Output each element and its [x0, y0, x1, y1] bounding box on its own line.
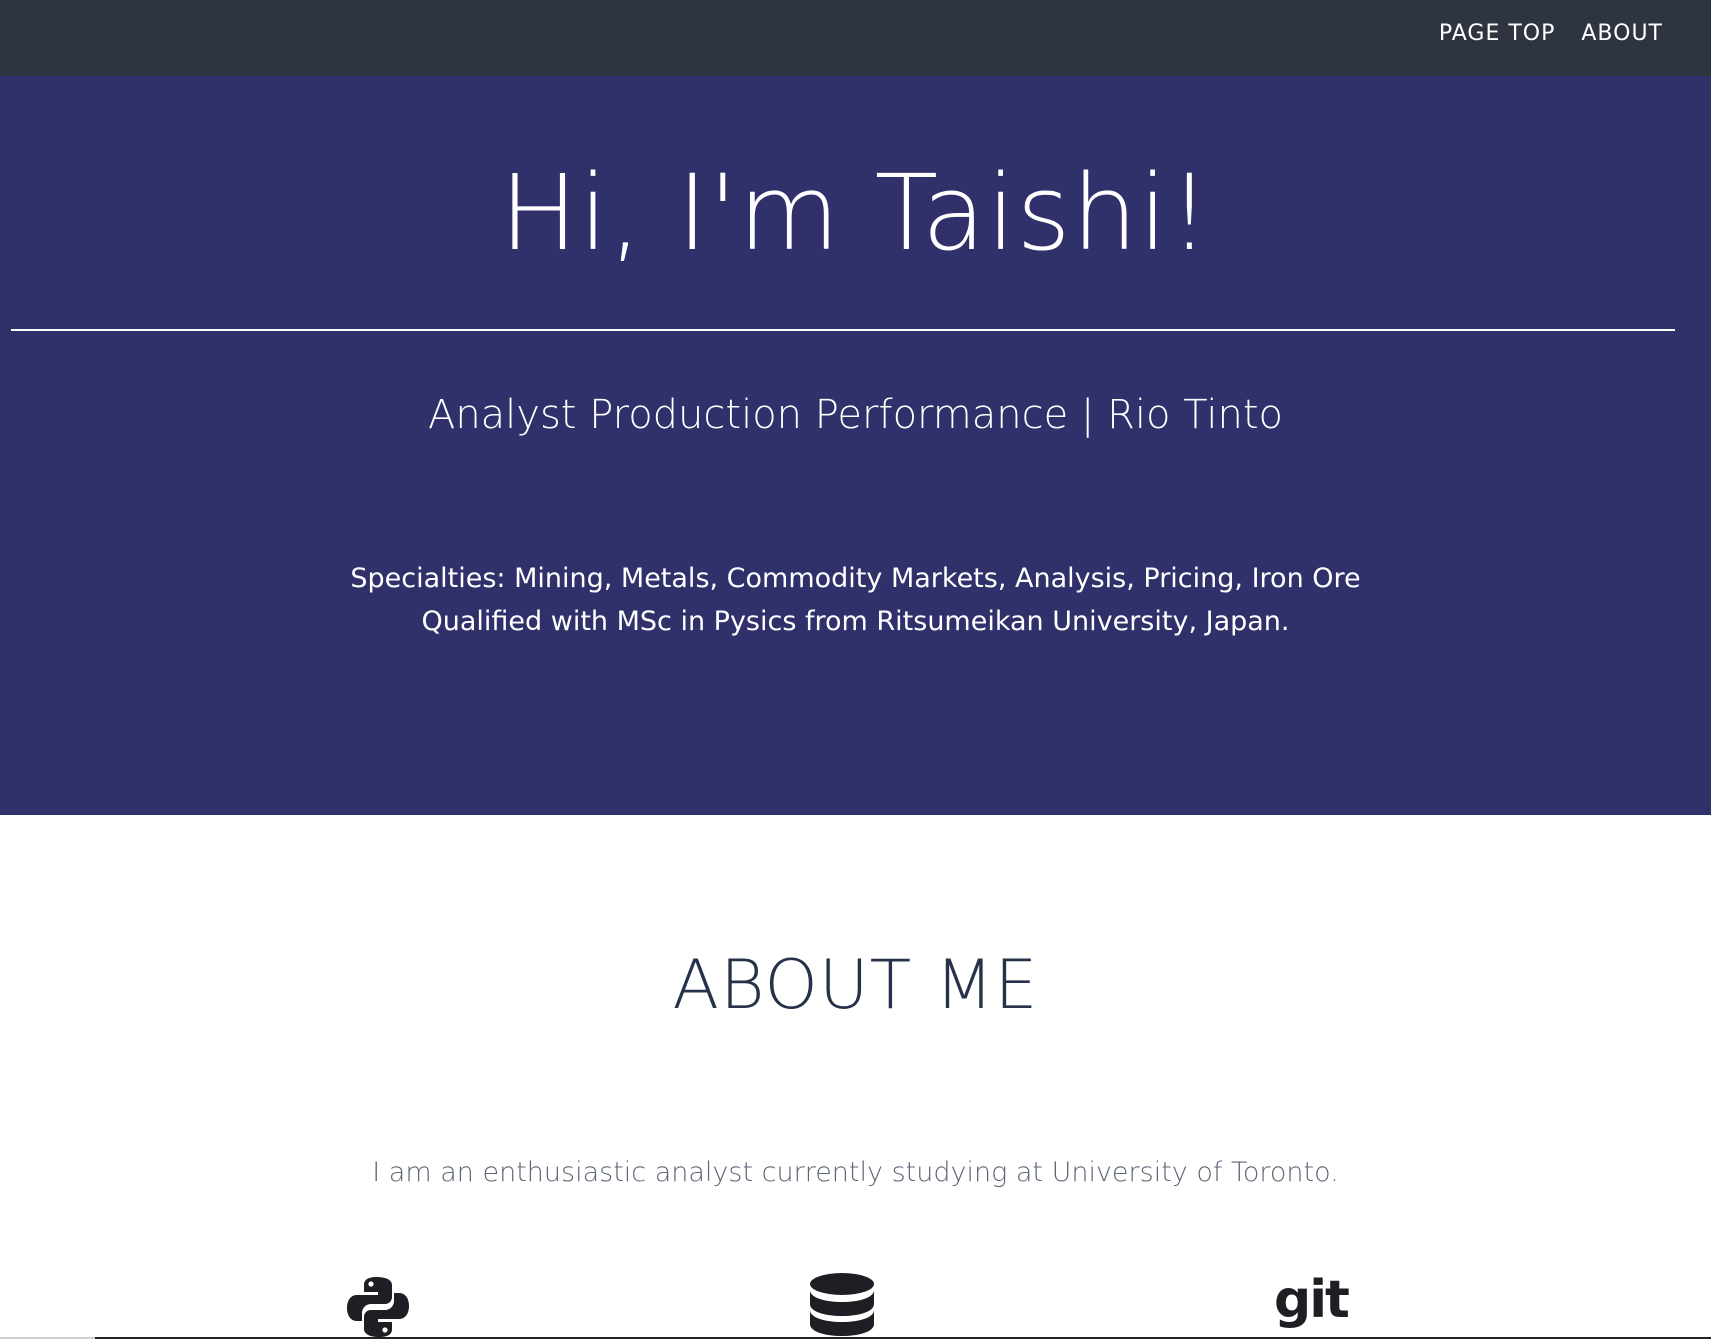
hero-subtitle: Analyst Production Performance | Rio Tin…: [427, 392, 1284, 438]
about-section: ABOUT ME I am an enthusiastic analyst cu…: [0, 815, 1711, 1341]
nav-links: PAGE TOP ABOUT: [1439, 0, 1663, 66]
about-heading: ABOUT ME: [672, 946, 1039, 1025]
footer-divider-left: [0, 1337, 95, 1339]
hero-qualification: Qualified with MSc in Pysics from Ritsum…: [421, 606, 1290, 637]
footer-divider: [95, 1337, 1711, 1339]
hero-specialties: Specialties: Mining, Metals, Commodity M…: [350, 563, 1361, 594]
git-icon: git: [1274, 1270, 1350, 1330]
nav-link-page-top[interactable]: PAGE TOP: [1439, 21, 1556, 46]
hero-description: Specialties: Mining, Metals, Commodity M…: [0, 557, 1711, 643]
database-icon: [808, 1272, 876, 1342]
hero-divider: [11, 329, 1675, 331]
about-text: I am an enthusiastic analyst currently s…: [372, 1157, 1339, 1188]
navbar: PAGE TOP ABOUT: [0, 0, 1711, 76]
hero-title: Hi, I'm Taishi!: [499, 152, 1212, 274]
nav-link-about[interactable]: ABOUT: [1581, 21, 1663, 46]
hero-section: Hi, I'm Taishi! Analyst Production Perfo…: [0, 76, 1711, 815]
python-icon: [346, 1275, 410, 1339]
